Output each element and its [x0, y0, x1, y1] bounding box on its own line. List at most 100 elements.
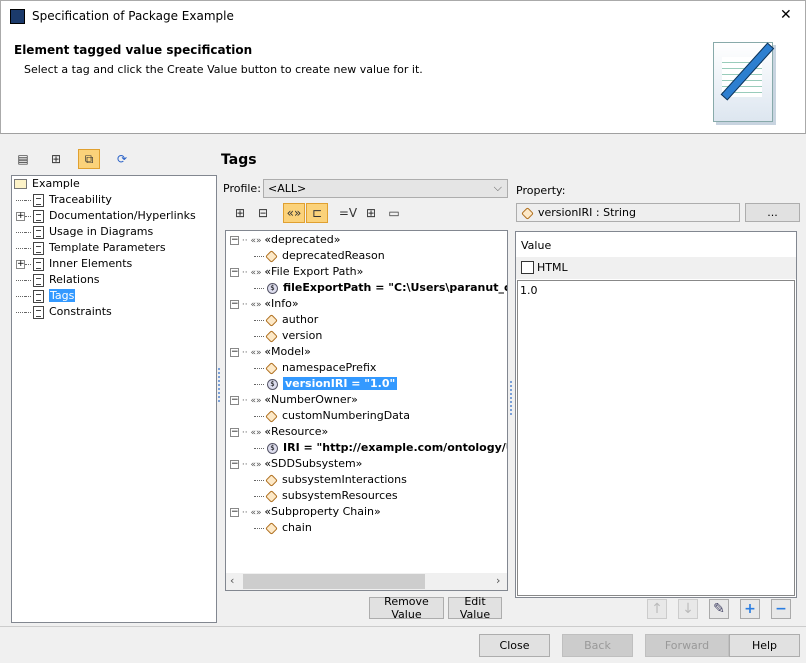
copy-icon[interactable]: ⧉: [78, 149, 100, 169]
tree-item[interactable]: + Documentation/Hyperlinks: [16, 208, 196, 224]
page-icon: [33, 193, 44, 207]
tree-item-label: Usage in Diagrams: [49, 225, 154, 238]
tag-item[interactable]: $ IRI = "http://example.com/ontology/U: [254, 440, 508, 456]
footer-divider: [0, 626, 806, 627]
grid-icon[interactable]: ⊞: [360, 203, 382, 223]
edit-value-button[interactable]: Edit Value: [448, 595, 502, 621]
property-icon: [265, 249, 278, 263]
tree-item-label: Documentation/Hyperlinks: [49, 209, 196, 222]
splitter-left[interactable]: [218, 368, 220, 402]
stereotype-group[interactable]: − ·· «» «NumberOwner»: [230, 392, 358, 408]
stereotype-group[interactable]: − ·· «» «deprecated»: [230, 232, 340, 248]
tree-item[interactable]: Relations: [16, 272, 100, 288]
forward-button[interactable]: Forward: [645, 634, 729, 657]
scroll-left-arrow[interactable]: ‹: [230, 574, 234, 587]
stereotype-grouping-icon[interactable]: «»: [283, 203, 305, 223]
category-tree: Example Traceability + Documentation/Hyper…: [11, 175, 217, 623]
tree-item-label: Relations: [49, 273, 100, 286]
tree-item[interactable]: Template Parameters: [16, 240, 166, 256]
tags-tree: − ·· «» «deprecated» deprecatedReason − ··…: [225, 230, 508, 591]
property-icon: [265, 409, 278, 423]
add-button[interactable]: +: [740, 599, 760, 619]
refresh-icon[interactable]: ⟳: [111, 149, 133, 169]
expand-icon[interactable]: +: [16, 211, 25, 221]
collapse-icon[interactable]: −: [230, 235, 239, 245]
collapse-icon[interactable]: −: [230, 459, 239, 469]
tree-item[interactable]: Tags: [16, 288, 76, 304]
title-bar: Specification of Package Example ✕: [0, 0, 806, 32]
collapse-icon[interactable]: −: [230, 507, 239, 517]
browse-button[interactable]: ...: [745, 203, 800, 222]
collapse-icon[interactable]: −: [230, 299, 239, 309]
tag-item[interactable]: subsystemInteractions: [254, 472, 407, 488]
hierarchy-icon[interactable]: ⊏: [306, 203, 328, 223]
tree-item-label: Tags: [49, 289, 76, 302]
splitter-right[interactable]: [510, 381, 512, 415]
stereotype-group[interactable]: − ·· «» «Model»: [230, 344, 311, 360]
property-icon: [265, 313, 278, 327]
property-icon: [265, 473, 278, 487]
remove-button[interactable]: −: [771, 599, 791, 619]
expand-icon[interactable]: +: [16, 259, 25, 269]
close-button[interactable]: Close: [479, 634, 550, 657]
collapse-icon[interactable]: −: [230, 347, 239, 357]
page-icon: [33, 209, 44, 223]
stereotype-group[interactable]: − ·· «» «File Export Path»: [230, 264, 363, 280]
show-values-icon[interactable]: =V: [337, 203, 359, 223]
tags-toolbar: ⊞ ⊟ «» ⊏ =V ⊞ ▭: [229, 203, 405, 223]
collapse-icon[interactable]: −: [230, 395, 239, 405]
tag-label: «Info»: [264, 297, 299, 310]
property-icon: [265, 361, 278, 375]
stereotype-group[interactable]: − ·· «» «Resource»: [230, 424, 328, 440]
profile-label: Profile:: [223, 182, 261, 195]
tag-label: «Subproperty Chain»: [264, 505, 381, 518]
tag-label: «NumberOwner»: [264, 393, 358, 406]
collapse-icon[interactable]: −: [230, 427, 239, 437]
tree-item[interactable]: Constraints: [16, 304, 112, 320]
html-checkbox[interactable]: [521, 261, 534, 274]
collapse-icon[interactable]: −: [230, 267, 239, 277]
horizontal-scrollbar[interactable]: ‹ ›: [226, 573, 507, 590]
header: Element tagged value specification Selec…: [0, 32, 806, 134]
edit-pencil-button[interactable]: ✎: [709, 599, 729, 619]
collapse-all-icon[interactable]: ⊟: [252, 203, 274, 223]
back-button[interactable]: Back: [562, 634, 633, 657]
remove-value-button[interactable]: Remove Value: [369, 595, 444, 621]
stereotype-group[interactable]: − ·· «» «Info»: [230, 296, 299, 312]
scroll-right-arrow[interactable]: ›: [496, 574, 500, 587]
tag-item[interactable]: deprecatedReason: [254, 248, 385, 264]
tree-root[interactable]: Example: [14, 176, 80, 192]
tag-item[interactable]: version: [254, 328, 322, 344]
tag-item[interactable]: subsystemResources: [254, 488, 398, 504]
value-textarea[interactable]: 1.0: [517, 280, 795, 596]
move-up-button[interactable]: ↑: [647, 599, 667, 619]
tree-view-icon[interactable]: ⊞: [45, 149, 67, 169]
help-button[interactable]: Help: [729, 634, 800, 657]
stereotype-icon[interactable]: ▭: [383, 203, 405, 223]
tag-item[interactable]: chain: [254, 520, 312, 536]
html-label: HTML: [537, 261, 568, 274]
property-label: Property:: [516, 184, 566, 197]
tree-item[interactable]: + Inner Elements: [16, 256, 132, 272]
stereotype-group[interactable]: − ·· «» «SDDSubsystem»: [230, 456, 362, 472]
tag-label: «Model»: [264, 345, 311, 358]
tag-item[interactable]: author: [254, 312, 318, 328]
list-view-icon[interactable]: ▤: [12, 149, 34, 169]
expand-all-icon[interactable]: ⊞: [229, 203, 251, 223]
tag-item[interactable]: $ fileExportPath = "C:\Users\paranut_c\D: [254, 280, 507, 296]
move-down-button[interactable]: ↓: [678, 599, 698, 619]
tag-item[interactable]: customNumberingData: [254, 408, 410, 424]
stereotype-group[interactable]: − ·· «» «Subproperty Chain»: [230, 504, 381, 520]
tag-item[interactable]: namespacePrefix: [254, 360, 376, 376]
tag-item[interactable]: $ versionIRI = "1.0": [254, 376, 398, 392]
profile-select[interactable]: <ALL> ⌵: [263, 179, 508, 198]
scrollbar-thumb[interactable]: [243, 574, 425, 589]
tree-item[interactable]: Traceability: [16, 192, 112, 208]
tree-item[interactable]: Usage in Diagrams: [16, 224, 153, 240]
tag-label: subsystemInteractions: [282, 473, 407, 486]
close-window-button[interactable]: ✕: [780, 7, 792, 23]
tree-item-label: Constraints: [49, 305, 112, 318]
property-field: versionIRI : String: [516, 203, 740, 222]
tree-item-label: Traceability: [49, 193, 112, 206]
tag-label: IRI = "http://example.com/ontology/U: [283, 441, 508, 454]
